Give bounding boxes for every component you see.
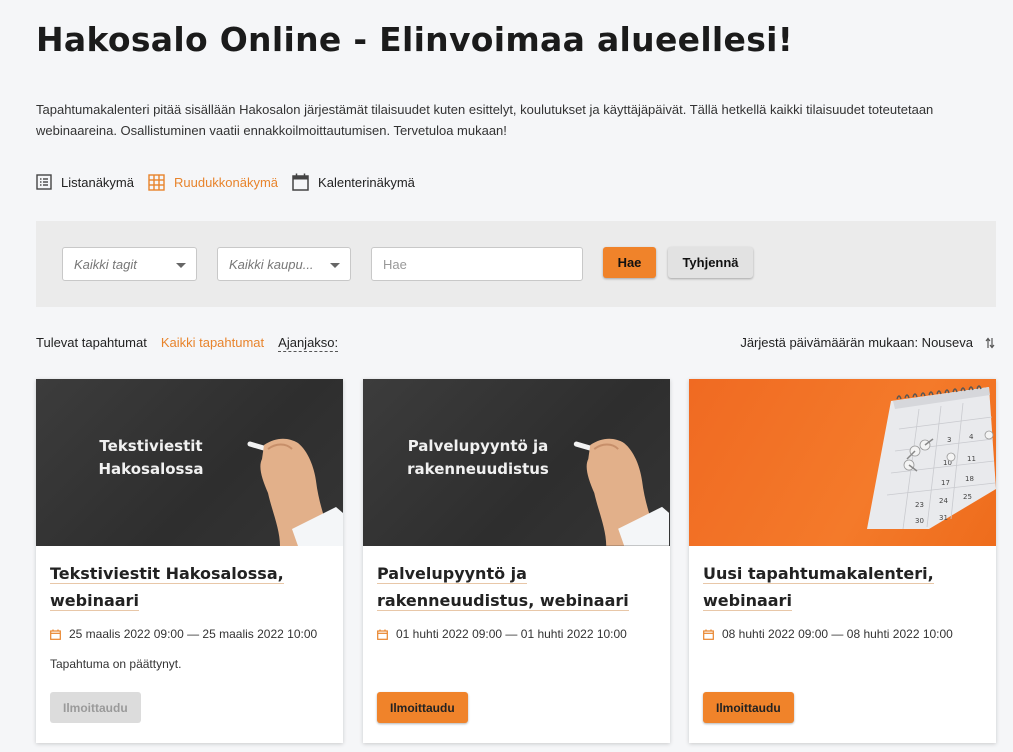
- event-date: 25 maalis 2022 09:00 — 25 maalis 2022 10…: [50, 627, 317, 641]
- view-calendar-label: Kalenterinäkymä: [318, 174, 415, 190]
- intro-text: Tapahtumakalenteri pitää sisällään Hakos…: [36, 102, 934, 138]
- register-button[interactable]: Ilmoittaudu: [50, 692, 141, 723]
- calendar-day-number: 18: [965, 475, 974, 483]
- timeline-filter: Tulevat tapahtumat Kaikki tapahtumat Aja…: [36, 335, 352, 352]
- sort-control[interactable]: Järjestä päivämäärän mukaan: Nouseva: [740, 335, 995, 350]
- calendar-day-number: 24: [939, 497, 948, 505]
- period-link[interactable]: Ajanjakso:: [278, 335, 339, 352]
- calendar-day-number: 30: [915, 517, 924, 525]
- calendar-day-number: 11: [967, 455, 976, 463]
- event-image[interactable]: Palvelupyyntö ja rakenneuudistus: [363, 379, 670, 546]
- page-title: Hakosalo Online - Elinvoimaa alueellesi!: [36, 20, 794, 59]
- search-input[interactable]: [371, 247, 583, 281]
- calendar-day-number: 3: [947, 436, 951, 444]
- view-list[interactable]: Listanäkymä: [36, 174, 134, 190]
- event-date-text: 25 maalis 2022 09:00 — 25 maalis 2022 10…: [69, 627, 318, 641]
- filter-panel: Kaikki tagit Kaikki kaupu... Hae Tyhjenn…: [36, 221, 996, 307]
- city-select[interactable]: Kaikki kaupu...: [217, 247, 351, 281]
- event-status: Tapahtuma on päättynyt.: [50, 657, 182, 671]
- sort-label: Järjestä päivämäärän mukaan: Nouseva: [740, 335, 973, 350]
- clear-button[interactable]: Tyhjennä: [668, 247, 753, 278]
- event-image[interactable]: Tekstiviestit Hakosalossa: [36, 379, 343, 546]
- event-card: Tekstiviestit Hakosalossa Tekstiviestit …: [36, 379, 343, 743]
- calendar-day-number: 25: [963, 493, 972, 501]
- chevron-down-icon: [176, 263, 186, 268]
- event-image[interactable]: 3 4 10 11 17 18 23 24 25 30 31: [689, 379, 996, 546]
- calendar-day-number: 23: [915, 501, 924, 509]
- calendar-icon: [292, 173, 309, 191]
- calendar-day-number: 4: [969, 433, 974, 441]
- grid-icon: [148, 173, 165, 191]
- search-button[interactable]: Hae: [603, 247, 656, 278]
- chevron-down-icon: [330, 263, 340, 268]
- event-title[interactable]: Uusi tapahtumakalenteri, webinaari: [703, 560, 983, 614]
- calendar-icon: [703, 629, 714, 640]
- view-list-label: Listanäkymä: [61, 174, 134, 190]
- event-date-text: 08 huhti 2022 09:00 — 08 huhti 2022 10:0…: [722, 627, 953, 641]
- register-button[interactable]: Ilmoittaudu: [703, 692, 794, 723]
- sort-icon: [985, 337, 995, 348]
- view-calendar[interactable]: Kalenterinäkymä: [292, 173, 415, 191]
- upcoming-events-link[interactable]: Tulevat tapahtumat: [36, 335, 147, 352]
- list-icon: [36, 174, 52, 190]
- event-title[interactable]: Palvelupyyntö ja rakenneuudistus, webina…: [377, 560, 657, 614]
- calendar-day-number: 17: [941, 479, 950, 487]
- event-date-text: 01 huhti 2022 09:00 — 01 huhti 2022 10:0…: [396, 627, 627, 641]
- calendar-icon: [50, 629, 61, 640]
- all-events-link[interactable]: Kaikki tapahtumat: [161, 335, 264, 352]
- calendar-icon: [377, 629, 388, 640]
- view-switcher: Listanäkymä Ruudukkonäkymä Kalenterinäky…: [36, 173, 429, 191]
- event-card: 3 4 10 11 17 18 23 24 25 30 31 Uusi tapa…: [689, 379, 996, 743]
- hand-with-chalk-illustration: [573, 438, 669, 546]
- event-card: Palvelupyyntö ja rakenneuudistus Palvelu…: [363, 379, 670, 743]
- register-button[interactable]: Ilmoittaudu: [377, 692, 468, 723]
- city-select-value: Kaikki kaupu...: [229, 256, 314, 272]
- view-grid[interactable]: Ruudukkonäkymä: [148, 173, 279, 191]
- calendar-day-number: 31: [939, 514, 948, 522]
- event-title[interactable]: Tekstiviestit Hakosalossa, webinaari: [50, 560, 330, 614]
- view-grid-label: Ruudukkonäkymä: [173, 174, 279, 190]
- hand-with-chalk-illustration: [247, 438, 343, 546]
- desk-calendar-illustration: 3 4 10 11 17 18 23 24 25 30 31: [867, 385, 996, 530]
- tags-select-value: Kaikki tagit: [74, 256, 137, 272]
- tags-select[interactable]: Kaikki tagit: [62, 247, 197, 281]
- event-date: 01 huhti 2022 09:00 — 01 huhti 2022 10:0…: [377, 627, 627, 641]
- event-date: 08 huhti 2022 09:00 — 08 huhti 2022 10:0…: [703, 627, 953, 641]
